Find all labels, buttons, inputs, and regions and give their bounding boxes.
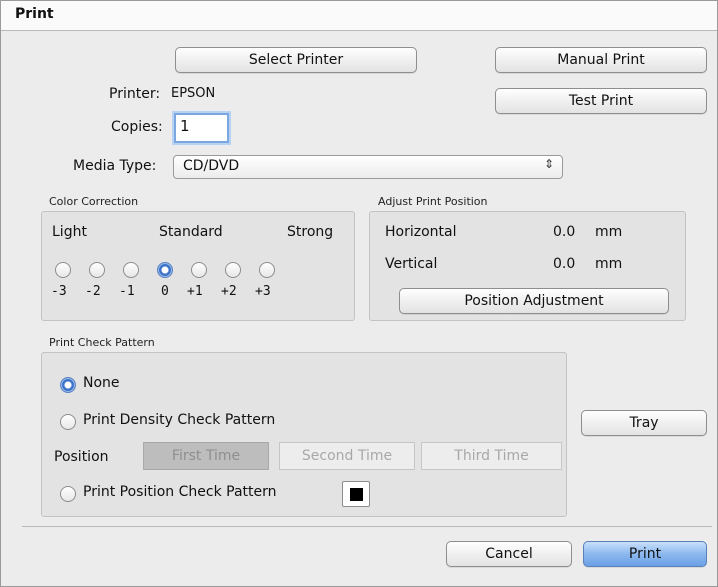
color-value-minus2: -2 (85, 284, 101, 299)
copies-input[interactable]: 1 (174, 113, 229, 143)
cancel-button[interactable]: Cancel (446, 541, 572, 567)
vertical-unit: mm (595, 256, 623, 272)
print-button[interactable]: Print (583, 541, 707, 567)
check-pattern-group: None Print Density Check Pattern Positio… (41, 352, 567, 517)
color-radio-plus2[interactable] (225, 262, 241, 278)
pattern-density-radio[interactable] (60, 414, 76, 430)
printer-label: Printer: (109, 86, 161, 102)
separator (22, 526, 712, 527)
standard-label: Standard (159, 224, 223, 240)
color-correction-group: Light Standard Strong -3 -2 -1 0 +1 +2 +… (41, 211, 355, 321)
color-value-0: 0 (161, 284, 169, 299)
window-title: Print (15, 6, 54, 22)
media-type-value: CD/DVD (183, 158, 240, 174)
pattern-none-label[interactable]: None (83, 375, 120, 391)
color-radio-plus1[interactable] (191, 262, 207, 278)
print-dialog: Print Select Printer Manual Print Test P… (0, 0, 718, 587)
color-swatch-button[interactable] (342, 481, 370, 507)
color-value-minus3: -3 (51, 284, 67, 299)
light-label: Light (52, 224, 87, 240)
check-pattern-title: Print Check Pattern (49, 336, 155, 349)
color-value-plus1: +1 (187, 284, 203, 299)
pattern-position-label[interactable]: Print Position Check Pattern (83, 484, 277, 500)
third-time-button[interactable]: Third Time (421, 442, 562, 470)
second-time-button[interactable]: Second Time (279, 442, 415, 470)
vertical-value: 0.0 (553, 256, 576, 272)
position-label: Position (54, 449, 109, 465)
printer-value: EPSON (171, 86, 216, 101)
pattern-position-radio[interactable] (60, 486, 76, 502)
position-adjustment-button[interactable]: Position Adjustment (399, 288, 669, 314)
color-value-plus2: +2 (221, 284, 237, 299)
vertical-label: Vertical (385, 256, 438, 272)
media-type-label: Media Type: (73, 158, 157, 174)
horizontal-unit: mm (595, 224, 623, 240)
pattern-none-radio[interactable] (60, 377, 76, 393)
black-swatch (350, 488, 363, 501)
first-time-button[interactable]: First Time (143, 442, 269, 470)
select-printer-button[interactable]: Select Printer (175, 47, 417, 73)
color-correction-title: Color Correction (49, 195, 139, 208)
color-radio-minus3[interactable] (55, 262, 71, 278)
title-bar: Print (1, 1, 717, 31)
manual-print-button[interactable]: Manual Print (495, 47, 707, 73)
color-radio-minus2[interactable] (89, 262, 105, 278)
color-radio-plus3[interactable] (259, 262, 275, 278)
adjust-position-title: Adjust Print Position (378, 195, 488, 208)
popup-arrows-icon: ⇕ (543, 157, 554, 171)
test-print-button[interactable]: Test Print (495, 88, 707, 114)
color-value-plus3: +3 (255, 284, 271, 299)
tray-button[interactable]: Tray (581, 410, 707, 436)
color-radio-minus1[interactable] (123, 262, 139, 278)
pattern-density-label[interactable]: Print Density Check Pattern (83, 412, 275, 428)
color-value-minus1: -1 (119, 284, 135, 299)
copies-label: Copies: (111, 119, 163, 135)
strong-label: Strong (287, 224, 334, 240)
horizontal-value: 0.0 (553, 224, 576, 240)
color-radio-0[interactable] (157, 262, 173, 278)
horizontal-label: Horizontal (385, 224, 457, 240)
media-type-select[interactable]: CD/DVD ⇕ (173, 155, 563, 179)
